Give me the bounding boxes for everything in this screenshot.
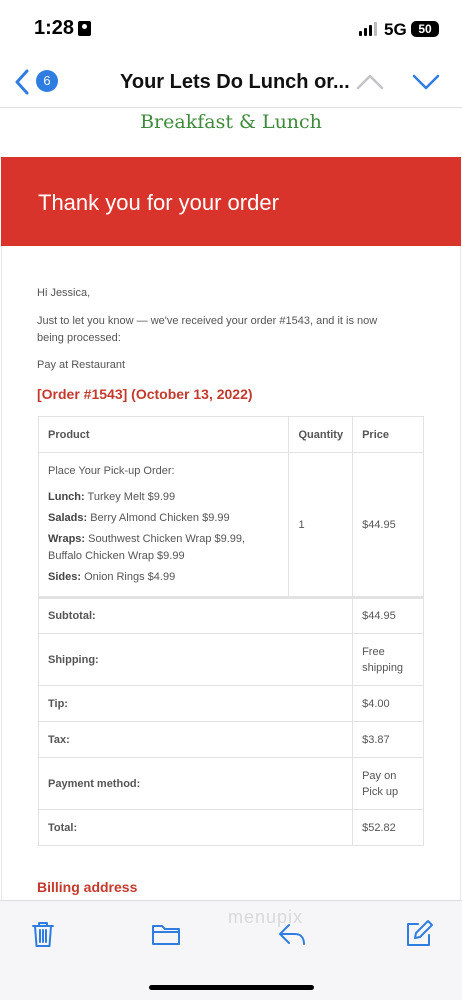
total-row: Total: $52.82 — [37, 809, 424, 846]
email-header-banner: Thank you for your order — [1, 157, 461, 246]
home-indicator[interactable] — [149, 985, 314, 990]
tax-row: Tax: $3.87 — [37, 721, 424, 758]
contact-card-icon — [78, 21, 91, 36]
tip-label: Tip: — [37, 685, 354, 722]
battery-icon: 50 — [411, 21, 439, 37]
total-value: $52.82 — [352, 809, 424, 846]
payment-method-value: Pay on Pick up — [352, 757, 424, 810]
table-header-row: Product Quantity Price — [37, 416, 424, 453]
tax-label: Tax: — [37, 721, 354, 758]
item-line: Lunch: Turkey Melt $9.99 — [48, 491, 176, 503]
shipping-value: Free shipping — [352, 633, 424, 686]
compose-icon[interactable] — [404, 919, 434, 949]
order-heading[interactable]: [Order #1543] (October 13, 2022) — [37, 386, 253, 402]
network-type: 5G — [384, 20, 407, 39]
subtotal-value: $44.95 — [352, 596, 424, 634]
mail-nav-bar: 6 Your Lets Do Lunch or... — [0, 58, 462, 108]
table-row: Place Your Pick-up Order: Lunch: Turkey … — [37, 452, 424, 598]
subtotal-label: Subtotal: — [37, 596, 354, 634]
restaurant-brand-subtitle: Breakfast & Lunch — [140, 111, 322, 133]
payment-method-row: Payment method: Pay on Pick up — [37, 757, 424, 810]
payment-method-label: Payment method: — [37, 757, 354, 810]
billing-heading: Billing address — [37, 879, 138, 895]
shipping-label: Shipping: — [37, 633, 354, 686]
message-subject-title: Your Lets Do Lunch or... — [120, 71, 350, 93]
product-cell: Place Your Pick-up Order: Lunch: Turkey … — [37, 452, 290, 598]
status-bar: 1:28 5G 50 — [0, 0, 462, 58]
tip-value: $4.00 — [352, 685, 424, 722]
reply-icon[interactable] — [277, 919, 307, 949]
chevron-down-icon[interactable] — [412, 70, 440, 94]
greeting: Hi Jessica, — [37, 287, 91, 299]
header-product: Product — [37, 416, 290, 453]
shipping-row: Shipping: Free shipping — [37, 633, 424, 686]
trash-icon[interactable] — [28, 919, 58, 949]
email-header-title: Thank you for your order — [38, 190, 279, 215]
folder-icon[interactable] — [151, 919, 181, 949]
mail-toolbar: menupix — [0, 900, 462, 1000]
order-table: Product Quantity Price Place Your Pick-u… — [37, 416, 424, 846]
price-cell: $44.95 — [352, 452, 424, 598]
payment-note: Pay at Restaurant — [37, 359, 126, 371]
subtotal-row: Subtotal: $44.95 — [37, 596, 424, 634]
header-quantity: Quantity — [288, 416, 354, 453]
item-title: Place Your Pick-up Order: — [48, 465, 175, 477]
cellular-signal-icon — [359, 22, 377, 36]
quantity-cell: 1 — [288, 452, 354, 598]
unread-count-badge[interactable]: 6 — [36, 70, 58, 92]
status-time: 1:28 — [34, 17, 75, 39]
intro-text: Just to let you know — we've received yo… — [37, 315, 378, 344]
item-line: Sides: Onion Rings $4.99 — [48, 571, 176, 583]
chevron-left-icon — [15, 69, 29, 95]
back-button[interactable] — [8, 66, 36, 98]
item-line: Wraps: Southwest Chicken Wrap $9.99, Buf… — [48, 533, 246, 562]
tax-value: $3.87 — [352, 721, 424, 758]
total-label: Total: — [37, 809, 354, 846]
tip-row: Tip: $4.00 — [37, 685, 424, 722]
header-price: Price — [352, 416, 424, 453]
chevron-up-icon[interactable] — [356, 70, 384, 94]
item-line: Salads: Berry Almond Chicken $9.99 — [48, 512, 230, 524]
